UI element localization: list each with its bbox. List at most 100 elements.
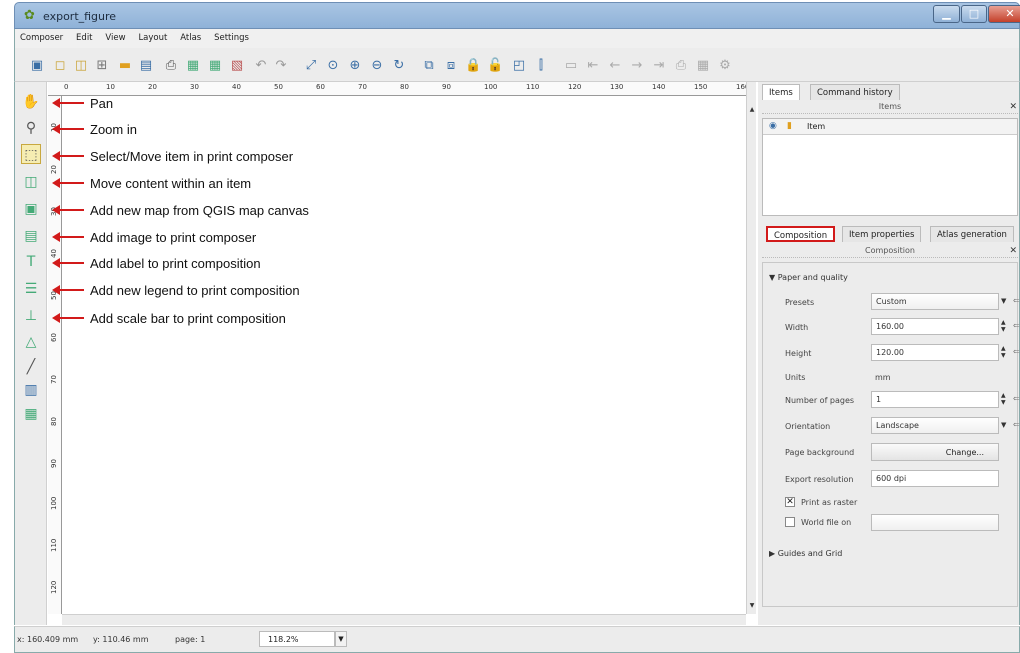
annotation-label: Pan xyxy=(88,96,116,111)
right-panel: Items Command history Items ✕ ◉ ▮ Item C… xyxy=(758,82,1020,625)
prev-feature-icon[interactable]: ← xyxy=(607,58,623,74)
change-background-button[interactable]: Change... xyxy=(871,443,999,461)
data-defined-icon[interactable]: ⇐ xyxy=(1013,394,1020,403)
export-resolution-field[interactable]: 600 dpi xyxy=(871,470,999,487)
scroll-down-icon[interactable]: ▼ xyxy=(748,602,756,610)
tab-atlas-generation[interactable]: Atlas generation xyxy=(930,226,1014,242)
section-guides-grid[interactable]: ▶ Guides and Grid xyxy=(769,549,842,558)
canvas-vertical-scrollbar[interactable]: ▲ ▼ xyxy=(746,82,756,614)
tab-command-history[interactable]: Command history xyxy=(810,84,900,100)
add-scalebar-tool-icon[interactable]: ⊥ xyxy=(21,306,41,326)
section-paper-quality[interactable]: ▼ Paper and quality xyxy=(769,273,848,282)
data-defined-icon[interactable]: ⇐ xyxy=(1013,347,1020,356)
last-feature-icon[interactable]: ⇥ xyxy=(651,58,667,74)
atlas-preview-icon[interactable]: ▭ xyxy=(563,58,579,74)
height-field[interactable]: 120.00 xyxy=(871,344,999,361)
menu-view[interactable]: View xyxy=(100,29,130,43)
chevron-down-icon[interactable]: ▼ xyxy=(1001,297,1006,305)
undo-icon[interactable]: ↶ xyxy=(253,58,269,74)
width-field[interactable]: 160.00 xyxy=(871,318,999,335)
zoom-full-icon[interactable]: ⤢ xyxy=(303,58,319,74)
add-arrow-tool-icon[interactable]: ╱ xyxy=(21,357,41,377)
zoom-tool-icon[interactable]: ⚲ xyxy=(21,118,41,138)
zoom-100-icon[interactable]: ⊙ xyxy=(325,58,341,74)
print-atlas-icon[interactable]: ⎙ xyxy=(673,58,689,74)
ruler-tick-label: 30 xyxy=(190,83,199,91)
select-move-tool-icon[interactable]: ⬚ xyxy=(21,144,41,164)
tab-composition[interactable]: Composition xyxy=(766,226,836,242)
add-map-tool-icon[interactable]: ▣ xyxy=(21,199,41,219)
print-icon[interactable]: ⎙ xyxy=(163,58,179,74)
zoom-out-icon[interactable]: ⊖ xyxy=(369,58,385,74)
zoom-in-icon[interactable]: ⊕ xyxy=(347,58,363,74)
maximize-button[interactable]: □ xyxy=(961,5,987,23)
add-label-tool-icon[interactable]: T xyxy=(21,252,41,272)
export-pdf-icon[interactable]: ▧ xyxy=(229,58,245,74)
horizontal-ruler: 0 10 20 30 40 50 60 70 80 90 100 110 120… xyxy=(48,82,748,96)
arrow-line xyxy=(58,128,84,130)
tab-items[interactable]: Items xyxy=(762,84,800,100)
scroll-up-icon[interactable]: ▲ xyxy=(748,106,756,114)
export-atlas-icon[interactable]: ▦ xyxy=(695,58,711,74)
raise-icon[interactable]: ◰ xyxy=(511,58,527,74)
world-file-checkbox[interactable] xyxy=(785,517,795,527)
redo-icon[interactable]: ↷ xyxy=(273,58,289,74)
zoom-field[interactable]: 118.2% xyxy=(259,631,335,647)
export-svg-icon[interactable]: ▦ xyxy=(207,58,223,74)
eye-icon[interactable]: ◉ xyxy=(769,121,777,131)
height-stepper[interactable]: ▲ ▼ xyxy=(1001,345,1010,359)
pages-field[interactable]: 1 xyxy=(871,391,999,408)
ungroup-icon[interactable]: ⧈ xyxy=(443,58,459,74)
chevron-down-icon[interactable]: ▼ xyxy=(335,631,347,647)
save-template-icon[interactable]: ▤ xyxy=(138,58,154,74)
add-table-tool-icon[interactable]: ▥ xyxy=(21,380,41,400)
unlock-icon[interactable]: 🔓 xyxy=(487,58,503,74)
align-icon[interactable]: ⫿ xyxy=(533,58,549,74)
data-defined-icon[interactable]: ⇐ xyxy=(1013,296,1020,305)
data-defined-icon[interactable]: ⇐ xyxy=(1013,321,1020,330)
arrow-line xyxy=(58,155,84,157)
group-icon[interactable]: ⧉ xyxy=(421,58,437,74)
composer-canvas[interactable] xyxy=(62,96,746,614)
move-content-tool-icon[interactable]: ◫ xyxy=(21,172,41,192)
add-shape-tool-icon[interactable]: △ xyxy=(21,332,41,352)
width-stepper[interactable]: ▲ ▼ xyxy=(1001,319,1010,333)
close-icon[interactable]: ✕ xyxy=(1009,246,1017,256)
world-file-map-select[interactable] xyxy=(871,514,999,531)
close-icon[interactable]: ✕ xyxy=(1009,102,1017,112)
presets-select[interactable]: Custom xyxy=(871,293,999,310)
menu-layout[interactable]: Layout xyxy=(133,29,172,43)
menu-settings[interactable]: Settings xyxy=(209,29,254,43)
export-image-icon[interactable]: ▦ xyxy=(185,58,201,74)
close-button[interactable]: ✕ xyxy=(988,5,1020,23)
lock-icon[interactable]: ▮ xyxy=(787,121,792,131)
menu-composer[interactable]: Composer xyxy=(15,29,68,43)
add-html-tool-icon[interactable]: ▦ xyxy=(21,404,41,424)
items-list[interactable]: ◉ ▮ Item xyxy=(762,118,1018,216)
data-defined-icon[interactable]: ⇐ xyxy=(1013,420,1020,429)
composition-properties: ▼ Paper and quality Presets Custom ▼ ⇐ W… xyxy=(762,262,1020,607)
tab-item-properties[interactable]: Item properties xyxy=(842,226,922,242)
new-composer-icon[interactable]: ◻ xyxy=(52,58,68,74)
first-feature-icon[interactable]: ⇤ xyxy=(585,58,601,74)
add-legend-tool-icon[interactable]: ☰ xyxy=(21,279,41,299)
pages-stepper[interactable]: ▲ ▼ xyxy=(1001,392,1010,406)
lock-icon[interactable]: 🔒 xyxy=(465,58,481,74)
pan-tool-icon[interactable]: ✋ xyxy=(21,92,41,112)
chevron-down-icon[interactable]: ▼ xyxy=(1001,421,1006,429)
refresh-icon[interactable]: ↻ xyxy=(391,58,407,74)
open-template-icon[interactable]: ▬ xyxy=(117,58,133,74)
add-image-tool-icon[interactable]: ▤ xyxy=(21,226,41,246)
save-icon[interactable]: ▣ xyxy=(29,58,45,74)
canvas-horizontal-scrollbar[interactable] xyxy=(62,614,746,625)
menu-edit[interactable]: Edit xyxy=(71,29,97,43)
item-column-header: Item xyxy=(807,122,826,131)
next-feature-icon[interactable]: → xyxy=(629,58,645,74)
duplicate-composer-icon[interactable]: ◫ xyxy=(73,58,89,74)
menu-atlas[interactable]: Atlas xyxy=(175,29,206,43)
minimize-button[interactable]: ▁ xyxy=(933,5,960,23)
print-as-raster-checkbox[interactable]: ✕ xyxy=(785,497,795,507)
atlas-settings-icon[interactable]: ⚙ xyxy=(717,58,733,74)
composer-manager-icon[interactable]: ⊞ xyxy=(94,58,110,74)
orientation-select[interactable]: Landscape xyxy=(871,417,999,434)
